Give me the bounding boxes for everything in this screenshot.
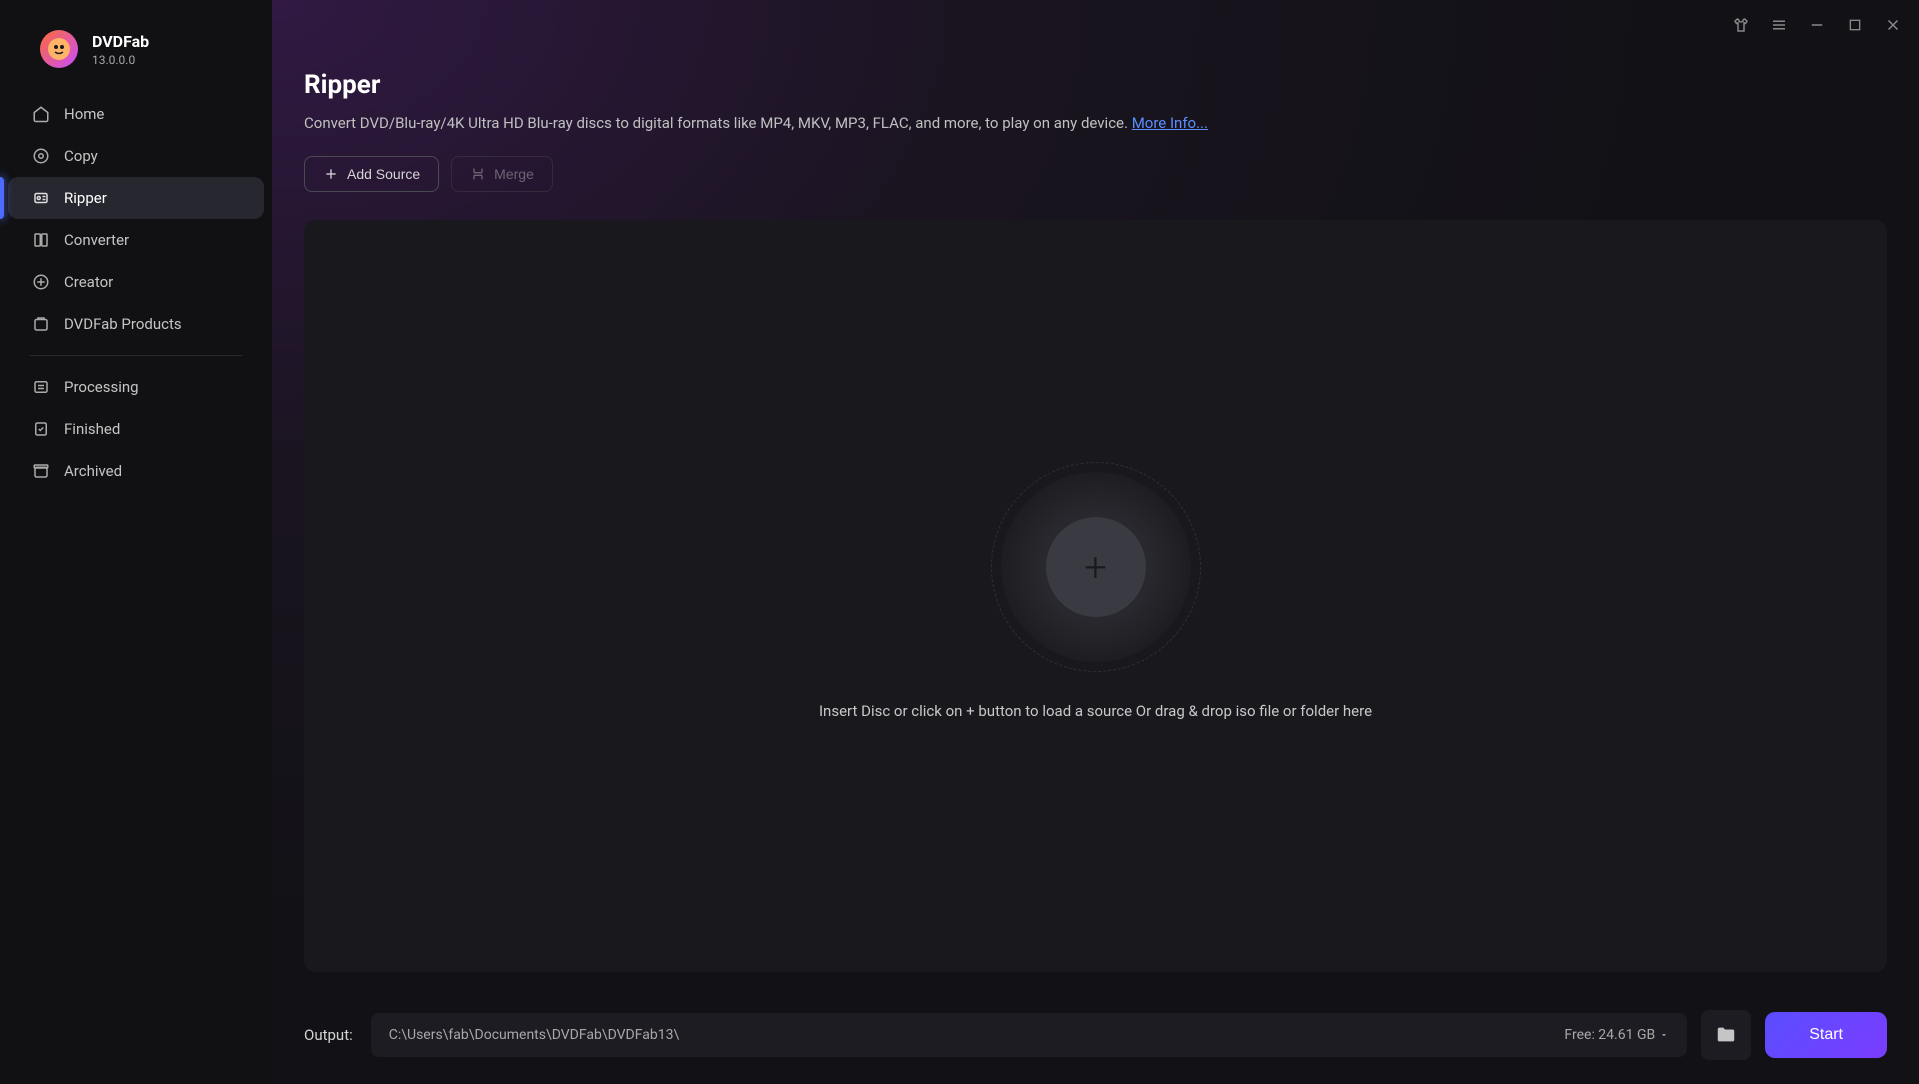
sidebar-item-processing[interactable]: Processing: [8, 366, 264, 408]
finished-icon: [32, 420, 50, 438]
sidebar-item-label: Processing: [64, 378, 139, 396]
sidebar-item-finished[interactable]: Finished: [8, 408, 264, 450]
sidebar-item-label: Finished: [64, 420, 120, 438]
sidebar-item-home[interactable]: Home: [8, 93, 264, 135]
merge-label: Merge: [494, 166, 534, 182]
main-area: Ripper Convert DVD/Blu-ray/4K Ultra HD B…: [272, 0, 1919, 1084]
chevron-down-icon: [1659, 1030, 1669, 1040]
logo-section: DVDFab 13.0.0.0: [0, 20, 272, 93]
app-logo-icon: [40, 30, 78, 68]
ripper-icon: [32, 189, 50, 207]
output-box[interactable]: C:\Users\fab\Documents\DVDFab\DVDFab13\ …: [371, 1013, 1687, 1057]
logo-text: DVDFab 13.0.0.0: [92, 32, 149, 67]
page-title: Ripper: [304, 70, 1887, 100]
start-button[interactable]: Start: [1765, 1012, 1887, 1058]
folder-icon: [1715, 1024, 1737, 1046]
drop-area[interactable]: + Insert Disc or click on + button to lo…: [304, 220, 1887, 972]
sidebar-item-archived[interactable]: Archived: [8, 450, 264, 492]
titlebar: [272, 0, 1919, 50]
converter-icon: [32, 231, 50, 249]
merge-button[interactable]: Merge: [451, 156, 553, 192]
merge-icon: [470, 166, 486, 182]
sidebar-item-copy[interactable]: Copy: [8, 135, 264, 177]
sidebar-item-products[interactable]: DVDFab Products: [8, 303, 264, 345]
archived-icon: [32, 462, 50, 480]
sidebar-item-label: Converter: [64, 231, 129, 249]
sidebar-item-label: Archived: [64, 462, 122, 480]
minimize-icon[interactable]: [1807, 15, 1827, 35]
output-free[interactable]: Free: 24.61 GB: [1564, 1027, 1669, 1043]
drop-button[interactable]: +: [1046, 517, 1146, 617]
nav-section-main: Home Copy Ripper Converter: [0, 93, 272, 345]
creator-icon: [32, 273, 50, 291]
close-icon[interactable]: [1883, 15, 1903, 35]
sidebar-item-ripper[interactable]: Ripper: [8, 177, 264, 219]
action-buttons: Add Source Merge: [304, 156, 1887, 192]
bottom-bar: Output: C:\Users\fab\Documents\DVDFab\DV…: [304, 1010, 1887, 1060]
sidebar-item-label: Home: [64, 105, 104, 123]
folder-button[interactable]: [1701, 1010, 1751, 1060]
nav-section-status: Processing Finished Archived: [0, 366, 272, 492]
products-icon: [32, 315, 50, 333]
add-source-button[interactable]: Add Source: [304, 156, 439, 192]
menu-icon[interactable]: [1769, 15, 1789, 35]
drop-plus-icon: +: [1084, 544, 1107, 591]
home-icon: [32, 105, 50, 123]
sidebar-item-creator[interactable]: Creator: [8, 261, 264, 303]
nav-divider: [30, 355, 242, 356]
tshirt-icon[interactable]: [1731, 15, 1751, 35]
output-path: C:\Users\fab\Documents\DVDFab\DVDFab13\: [389, 1027, 679, 1043]
sidebar-item-label: Copy: [64, 147, 98, 165]
content: Ripper Convert DVD/Blu-ray/4K Ultra HD B…: [272, 50, 1919, 1084]
more-info-link[interactable]: More Info...: [1132, 114, 1208, 132]
output-label: Output:: [304, 1026, 353, 1044]
app-version: 13.0.0.0: [92, 53, 149, 67]
drop-circle: +: [1001, 472, 1191, 662]
processing-icon: [32, 378, 50, 396]
sidebar-item-label: Creator: [64, 273, 113, 291]
drop-text: Insert Disc or click on + button to load…: [819, 702, 1372, 720]
plus-icon: [323, 166, 339, 182]
app-name: DVDFab: [92, 32, 149, 51]
maximize-icon[interactable]: [1845, 15, 1865, 35]
sidebar: DVDFab 13.0.0.0 Home Copy Ri: [0, 0, 272, 1084]
page-description: Convert DVD/Blu-ray/4K Ultra HD Blu-ray …: [304, 114, 1887, 132]
copy-icon: [32, 147, 50, 165]
sidebar-item-converter[interactable]: Converter: [8, 219, 264, 261]
add-source-label: Add Source: [347, 166, 420, 182]
sidebar-item-label: DVDFab Products: [64, 315, 182, 333]
sidebar-item-label: Ripper: [64, 189, 107, 207]
